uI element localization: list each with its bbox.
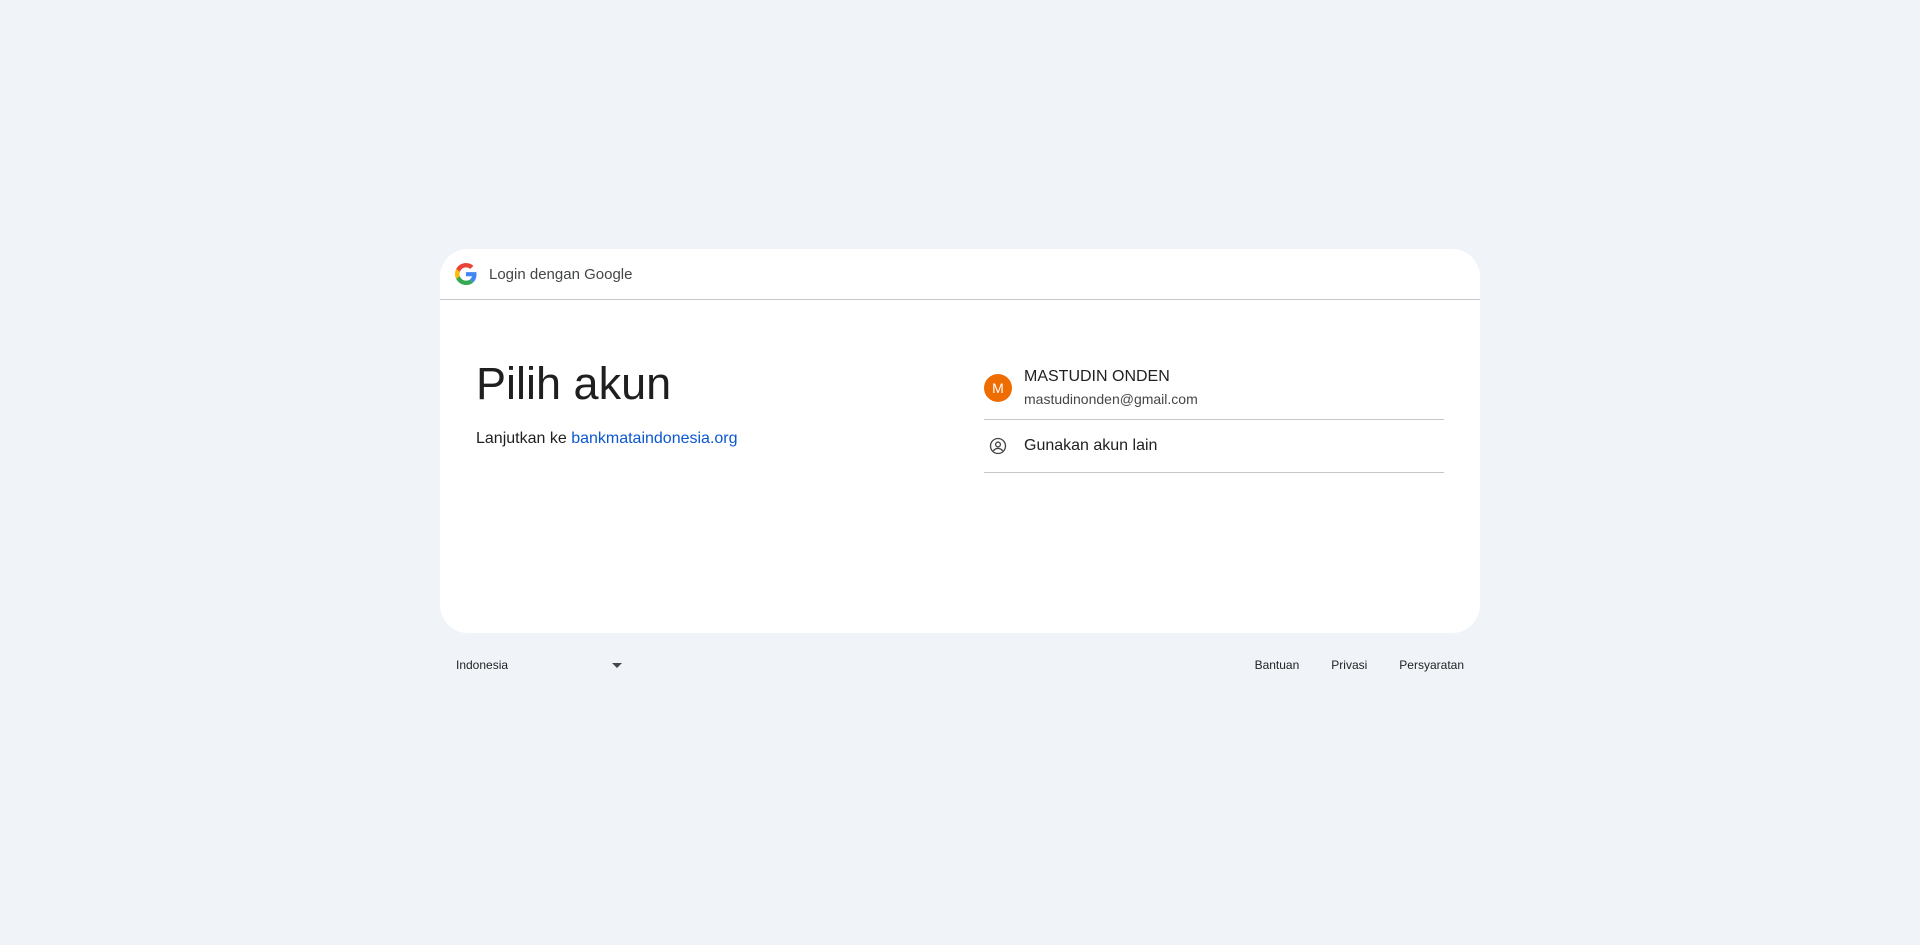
language-selected: Indonesia [456,658,509,672]
continue-prefix: Lanjutkan ke [476,430,567,447]
help-link[interactable]: Bantuan [1255,658,1300,672]
footer: Indonesia Bantuan Privasi Persyaratan [440,650,1480,680]
account-circle-icon [984,432,1012,460]
continue-text: Lanjutkan ke bankmataindonesia.org [476,430,738,448]
account-email: mastudinonden@gmail.com [1024,390,1198,407]
account-item[interactable]: M MASTUDIN ONDEN mastudinonden@gmail.com [984,359,1444,420]
google-logo-icon [455,263,477,285]
caret-down-icon [612,662,622,668]
footer-links: Bantuan Privasi Persyaratan [1255,650,1464,680]
continue-site-link[interactable]: bankmataindonesia.org [571,430,737,447]
terms-link[interactable]: Persyaratan [1399,658,1464,672]
use-another-account-label: Gunakan akun lain [1024,437,1158,454]
signin-card: Login dengan Google Pilih akun Lanjutkan… [440,249,1480,633]
card-body: Pilih akun Lanjutkan ke bankmataindonesi… [440,300,1480,633]
privacy-link[interactable]: Privasi [1331,658,1367,672]
header-title: Login dengan Google [489,265,633,283]
account-name: MASTUDIN ONDEN [1024,367,1170,385]
avatar: M [984,373,1012,402]
left-panel: Pilih akun Lanjutkan ke bankmataindonesi… [476,358,738,448]
account-list: M MASTUDIN ONDEN mastudinonden@gmail.com… [984,359,1444,473]
page-title: Pilih akun [476,358,672,409]
language-select[interactable]: Indonesia [456,650,626,680]
use-another-account-button[interactable]: Gunakan akun lain [984,420,1444,473]
account-text: MASTUDIN ONDEN mastudinonden@gmail.com [1024,367,1198,409]
card-header: Login dengan Google [440,249,1480,300]
